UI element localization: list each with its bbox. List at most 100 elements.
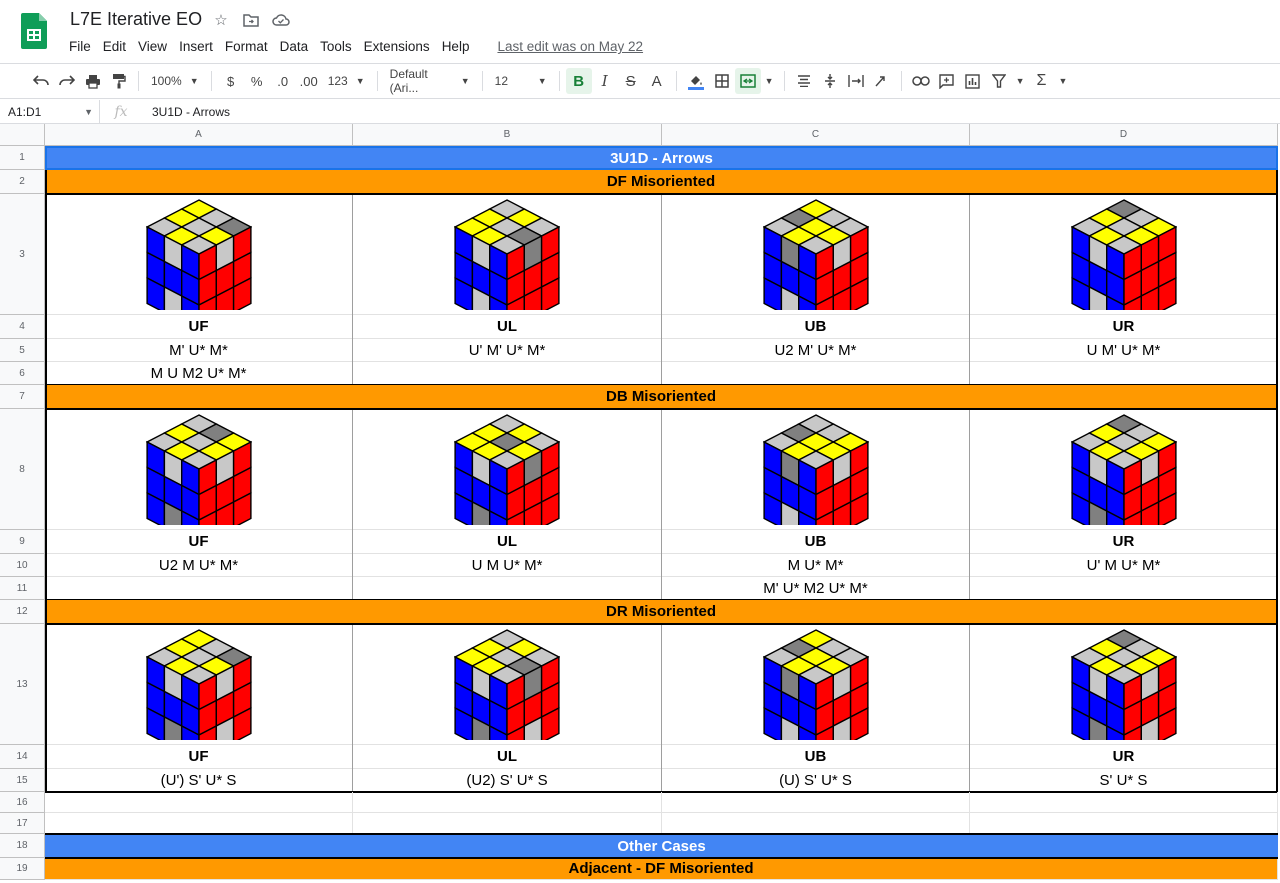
- empty-cell[interactable]: [353, 813, 662, 834]
- case-label-cell[interactable]: UL: [353, 530, 662, 554]
- empty-cell[interactable]: [970, 792, 1278, 813]
- section-header-cell[interactable]: DR Misoriented: [45, 600, 1278, 624]
- merge-cells-icon[interactable]: [734, 68, 761, 94]
- cube-image-cell[interactable]: [662, 624, 970, 745]
- formula-input[interactable]: 3U1D - Arrows: [142, 105, 230, 119]
- redo-icon[interactable]: [54, 68, 80, 94]
- empty-cell[interactable]: [45, 813, 353, 834]
- case-label-cell[interactable]: UF: [45, 530, 353, 554]
- more-formats-select[interactable]: 123 ▼: [322, 68, 371, 94]
- algorithm-cell[interactable]: U' M U* M*: [970, 554, 1278, 577]
- zoom-select[interactable]: 100% ▼: [145, 68, 205, 94]
- select-all-corner[interactable]: [0, 124, 45, 146]
- empty-cell[interactable]: [353, 792, 662, 813]
- cube-image-cell[interactable]: [45, 409, 353, 530]
- row-header-17[interactable]: 17: [0, 813, 45, 834]
- fill-color-icon[interactable]: [683, 68, 709, 94]
- menu-extensions[interactable]: Extensions: [358, 37, 436, 56]
- text-rotation-icon[interactable]: [869, 68, 895, 94]
- row-header-7[interactable]: 7: [0, 385, 45, 409]
- algorithm-cell[interactable]: [45, 577, 353, 600]
- cube-image-cell[interactable]: [970, 409, 1278, 530]
- algorithm-cell[interactable]: [970, 577, 1278, 600]
- cube-image-cell[interactable]: [970, 194, 1278, 315]
- row-header-19[interactable]: 19: [0, 858, 45, 880]
- column-header-b[interactable]: B: [353, 124, 662, 146]
- insert-comment-icon[interactable]: [934, 68, 960, 94]
- filter-dropdown-icon[interactable]: ▼: [1012, 68, 1029, 94]
- empty-cell[interactable]: [662, 792, 970, 813]
- algorithm-cell[interactable]: M' U* M2 U* M*: [662, 577, 970, 600]
- star-icon[interactable]: ☆: [212, 11, 230, 29]
- insert-link-icon[interactable]: [908, 68, 934, 94]
- algorithm-cell[interactable]: U M' U* M*: [970, 339, 1278, 362]
- filter-icon[interactable]: [986, 68, 1012, 94]
- last-edit-link[interactable]: Last edit was on May 22: [491, 37, 649, 56]
- row-header-14[interactable]: 14: [0, 745, 45, 769]
- currency-format-button[interactable]: $: [218, 68, 244, 94]
- menu-file[interactable]: File: [63, 37, 97, 56]
- cube-image-cell[interactable]: [353, 624, 662, 745]
- algorithm-cell[interactable]: S' U* S: [970, 769, 1278, 792]
- column-header-c[interactable]: C: [662, 124, 970, 146]
- case-label-cell[interactable]: UF: [45, 745, 353, 769]
- menu-tools[interactable]: Tools: [314, 37, 358, 56]
- horizontal-align-icon[interactable]: [791, 68, 817, 94]
- column-header-a[interactable]: A: [45, 124, 353, 146]
- cube-image-cell[interactable]: [353, 194, 662, 315]
- font-select[interactable]: Default (Ari... ▼: [384, 67, 476, 95]
- row-header-12[interactable]: 12: [0, 600, 45, 624]
- cube-image-cell[interactable]: [45, 194, 353, 315]
- row-header-2[interactable]: 2: [0, 170, 45, 194]
- algorithm-cell[interactable]: U M U* M*: [353, 554, 662, 577]
- menu-help[interactable]: Help: [436, 37, 476, 56]
- adjacent-header-cell[interactable]: Adjacent - DF Misoriented: [45, 858, 1278, 880]
- case-label-cell[interactable]: UB: [662, 315, 970, 339]
- column-header-d[interactable]: D: [970, 124, 1278, 146]
- row-header-13[interactable]: 13: [0, 624, 45, 745]
- algorithm-cell[interactable]: [353, 577, 662, 600]
- row-header-10[interactable]: 10: [0, 554, 45, 577]
- case-label-cell[interactable]: UR: [970, 530, 1278, 554]
- percent-format-button[interactable]: %: [244, 68, 270, 94]
- algorithm-cell[interactable]: U' M' U* M*: [353, 339, 662, 362]
- algorithm-cell[interactable]: (U) S' U* S: [662, 769, 970, 792]
- cloud-status-icon[interactable]: [272, 11, 290, 29]
- row-header-6[interactable]: 6: [0, 362, 45, 385]
- strikethrough-button[interactable]: S: [618, 68, 644, 94]
- section-header-cell[interactable]: DB Misoriented: [45, 385, 1278, 409]
- algorithm-cell[interactable]: [662, 362, 970, 385]
- case-label-cell[interactable]: UL: [353, 315, 662, 339]
- menu-insert[interactable]: Insert: [173, 37, 219, 56]
- row-header-9[interactable]: 9: [0, 530, 45, 554]
- algorithm-cell[interactable]: U2 M U* M*: [45, 554, 353, 577]
- row-header-5[interactable]: 5: [0, 339, 45, 362]
- algorithm-cell[interactable]: M U M2 U* M*: [45, 362, 353, 385]
- case-label-cell[interactable]: UF: [45, 315, 353, 339]
- font-size-select[interactable]: 12 ▼: [489, 68, 553, 94]
- empty-cell[interactable]: [45, 792, 353, 813]
- sheets-logo-icon[interactable]: [21, 13, 47, 49]
- text-wrapping-icon[interactable]: [843, 68, 869, 94]
- borders-icon[interactable]: [709, 68, 735, 94]
- bold-button[interactable]: B: [565, 68, 592, 94]
- case-label-cell[interactable]: UB: [662, 530, 970, 554]
- print-icon[interactable]: [80, 68, 106, 94]
- row-header-16[interactable]: 16: [0, 792, 45, 813]
- italic-button[interactable]: I: [592, 68, 618, 94]
- section-header-cell[interactable]: DF Misoriented: [45, 170, 1278, 194]
- merge-type-dropdown-icon[interactable]: ▼: [761, 68, 778, 94]
- empty-cell[interactable]: [970, 813, 1278, 834]
- name-box-dropdown-icon[interactable]: ▼: [84, 107, 93, 117]
- cube-image-cell[interactable]: [662, 409, 970, 530]
- row-header-1[interactable]: 1: [0, 146, 45, 170]
- algorithm-cell[interactable]: [970, 362, 1278, 385]
- menu-view[interactable]: View: [132, 37, 173, 56]
- algorithm-cell[interactable]: M U* M*: [662, 554, 970, 577]
- case-label-cell[interactable]: UB: [662, 745, 970, 769]
- algorithm-cell[interactable]: U2 M' U* M*: [662, 339, 970, 362]
- insert-chart-icon[interactable]: [960, 68, 986, 94]
- case-label-cell[interactable]: UR: [970, 745, 1278, 769]
- algorithm-cell[interactable]: [353, 362, 662, 385]
- move-folder-icon[interactable]: [242, 11, 260, 29]
